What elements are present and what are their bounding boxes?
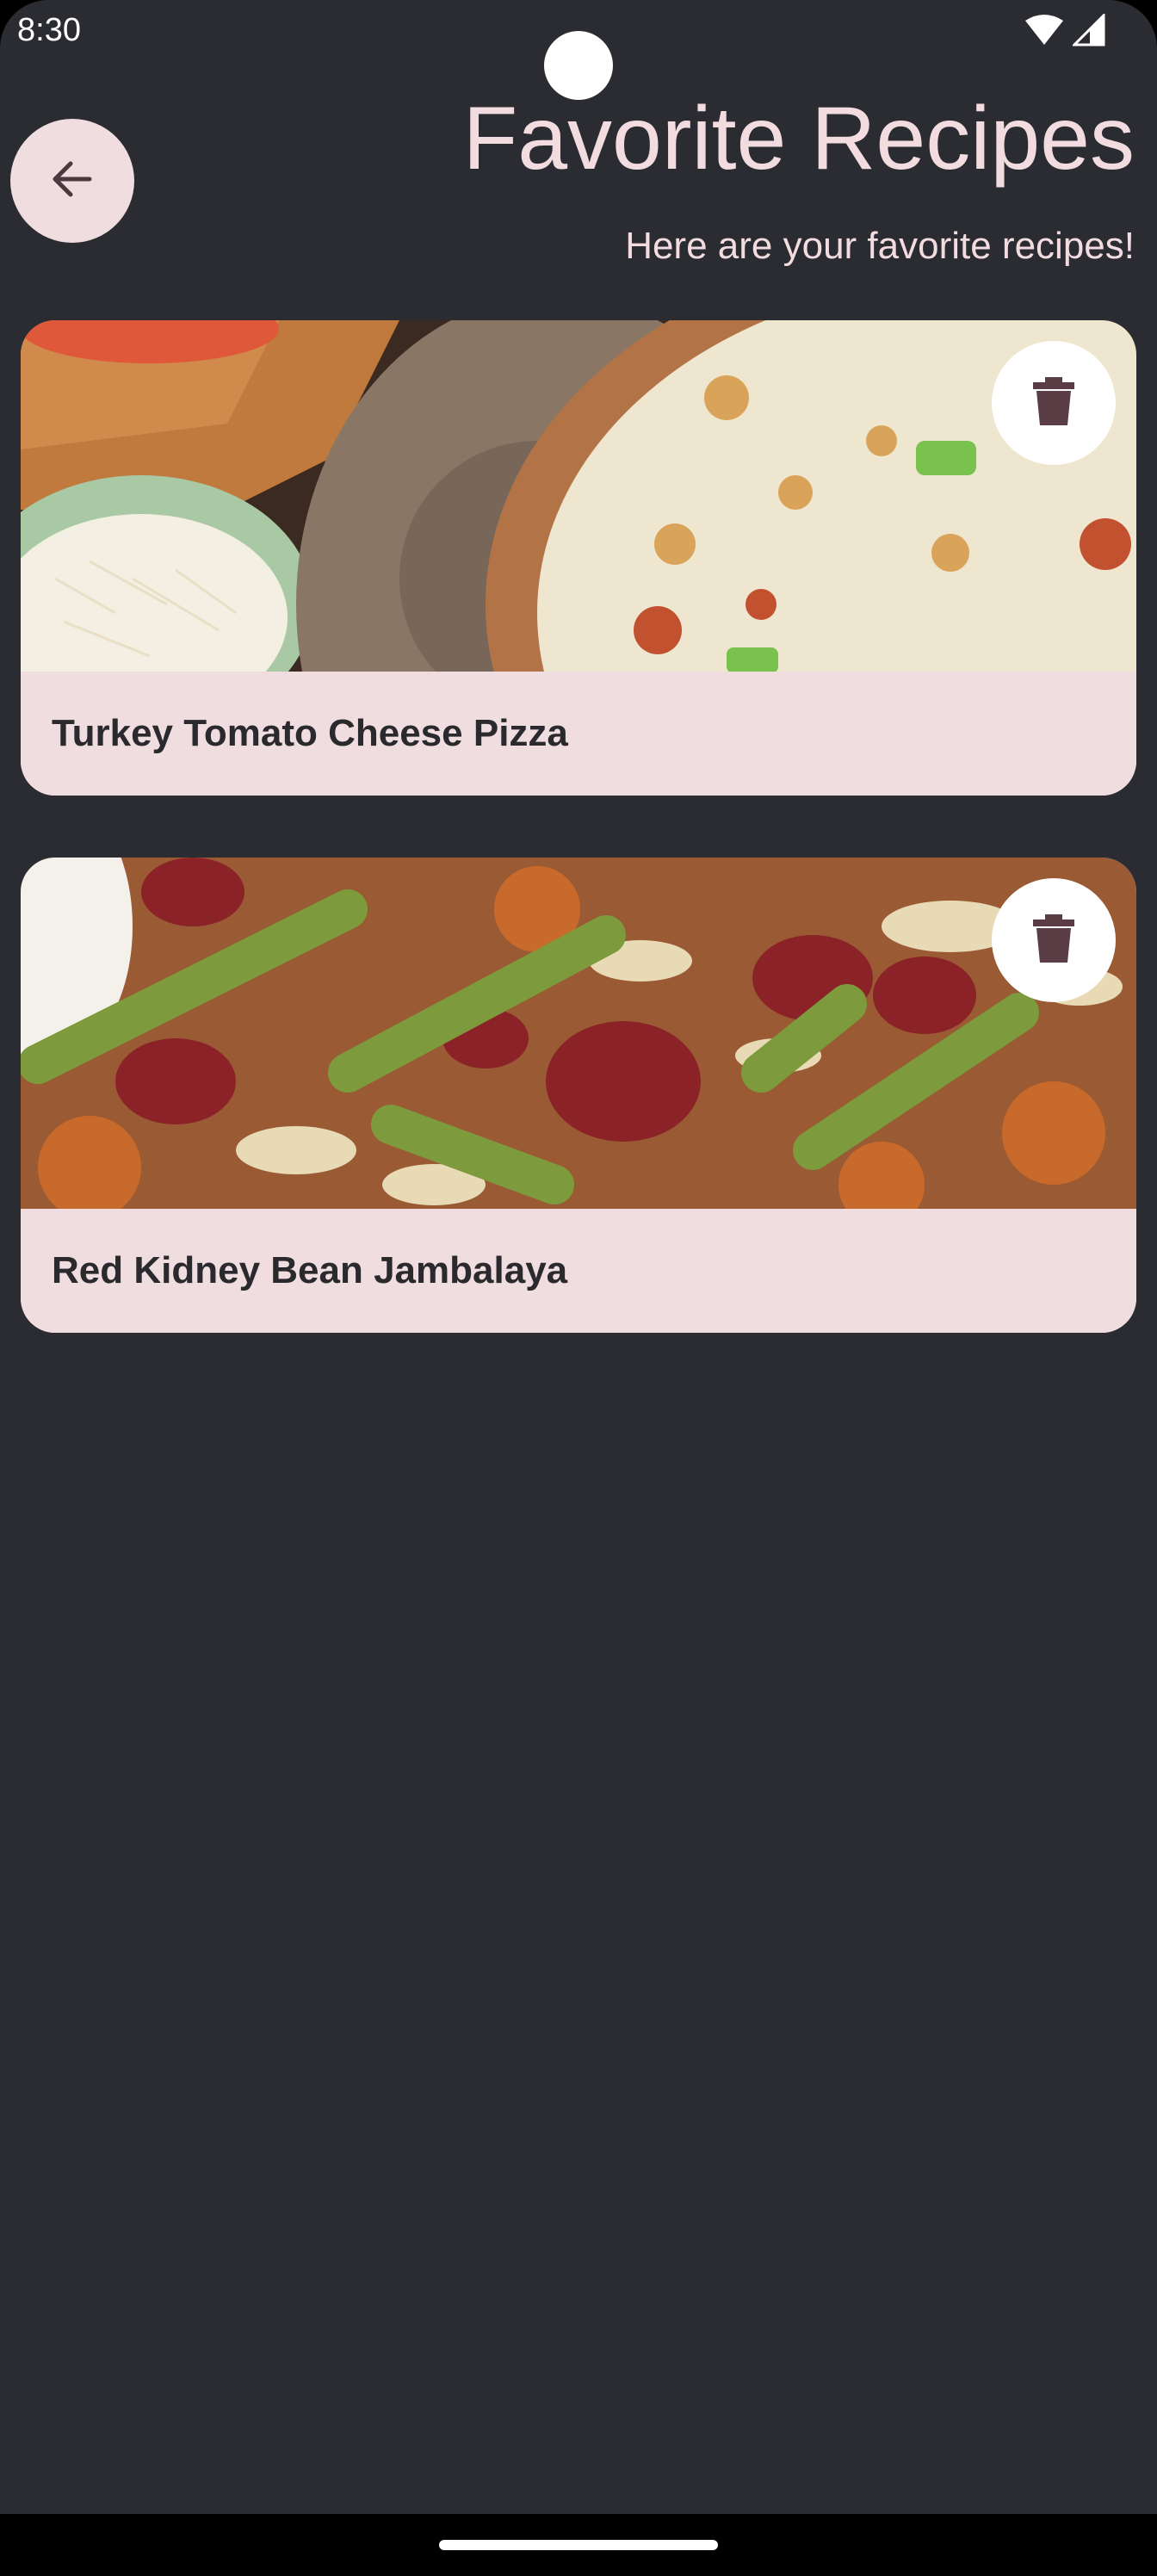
status-icons (1024, 12, 1105, 50)
cell-signal-icon (1071, 12, 1105, 50)
trash-icon (1033, 914, 1074, 966)
status-bar: 8:30 (0, 0, 1157, 100)
favorite-recipes-screen: 8:30 Favorite Recipes Here are your favo… (0, 0, 1157, 2576)
recipe-name: Red Kidney Bean Jambalaya (21, 1209, 1136, 1333)
recipe-card[interactable]: Red Kidney Bean Jambalaya (21, 858, 1136, 1333)
wifi-icon (1024, 14, 1064, 50)
arrow-left-icon (48, 155, 96, 207)
delete-favorite-button[interactable] (992, 878, 1116, 1002)
trash-icon (1033, 377, 1074, 429)
page-subtitle: Here are your favorite recipes! (625, 225, 1135, 267)
recipe-name: Turkey Tomato Cheese Pizza (21, 672, 1136, 796)
pizza-photo (21, 320, 1136, 672)
recipe-card[interactable]: Turkey Tomato Cheese Pizza (21, 320, 1136, 796)
delete-favorite-button[interactable] (992, 341, 1116, 465)
home-indicator[interactable] (439, 2540, 718, 2550)
page-title: Favorite Recipes (462, 89, 1135, 189)
back-button[interactable] (10, 119, 134, 243)
jambalaya-photo (21, 858, 1136, 1209)
status-time: 8:30 (17, 12, 81, 48)
